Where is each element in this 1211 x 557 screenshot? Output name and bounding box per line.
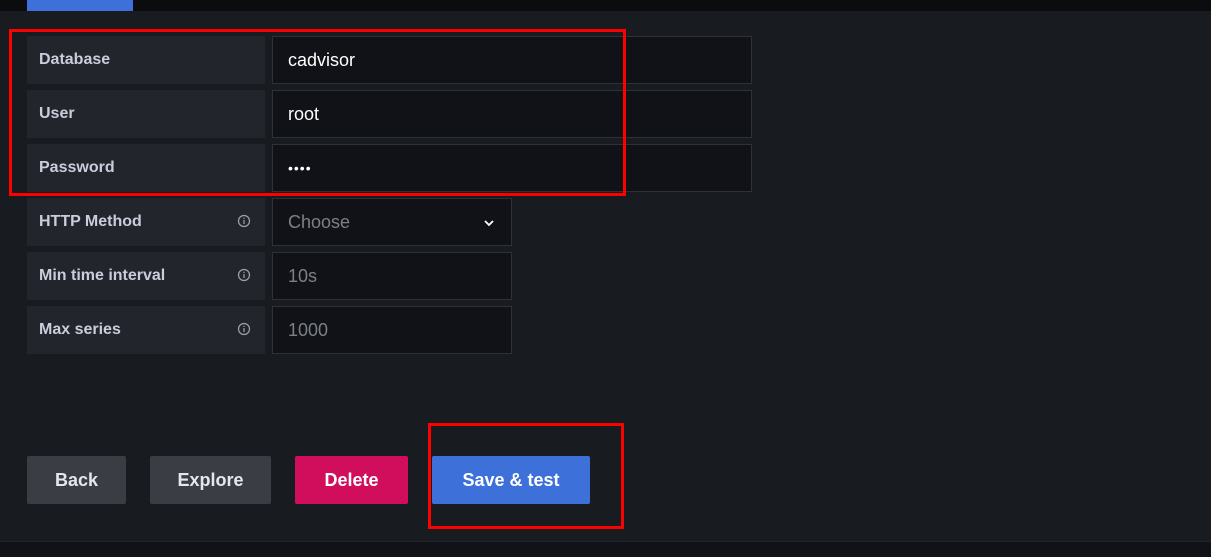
password-label: Password [27, 144, 265, 192]
save-and-test-button[interactable]: Save & test [432, 456, 590, 504]
info-circle-icon[interactable] [237, 322, 251, 336]
http-method-select[interactable]: Choose [272, 198, 512, 246]
database-label: Database [27, 36, 265, 84]
info-circle-icon[interactable] [237, 268, 251, 282]
back-button[interactable]: Back [27, 456, 126, 504]
database-input[interactable]: cadvisor [272, 36, 752, 84]
active-tab-indicator[interactable] [27, 0, 133, 11]
bottom-bar [0, 541, 1211, 557]
min-time-interval-input[interactable]: 10s [272, 252, 512, 300]
max-series-label: Max series [27, 306, 265, 354]
max-series-input[interactable]: 1000 [272, 306, 512, 354]
info-circle-icon[interactable] [237, 214, 251, 228]
top-bar [0, 0, 1211, 11]
delete-button[interactable]: Delete [295, 456, 408, 504]
min-time-interval-label: Min time interval [27, 252, 265, 300]
password-input[interactable]: •••• [272, 144, 752, 192]
http-method-label: HTTP Method [27, 198, 265, 246]
chevron-down-icon [484, 220, 494, 227]
user-input[interactable]: root [272, 90, 752, 138]
user-label: User [27, 90, 265, 138]
explore-button[interactable]: Explore [150, 456, 271, 504]
